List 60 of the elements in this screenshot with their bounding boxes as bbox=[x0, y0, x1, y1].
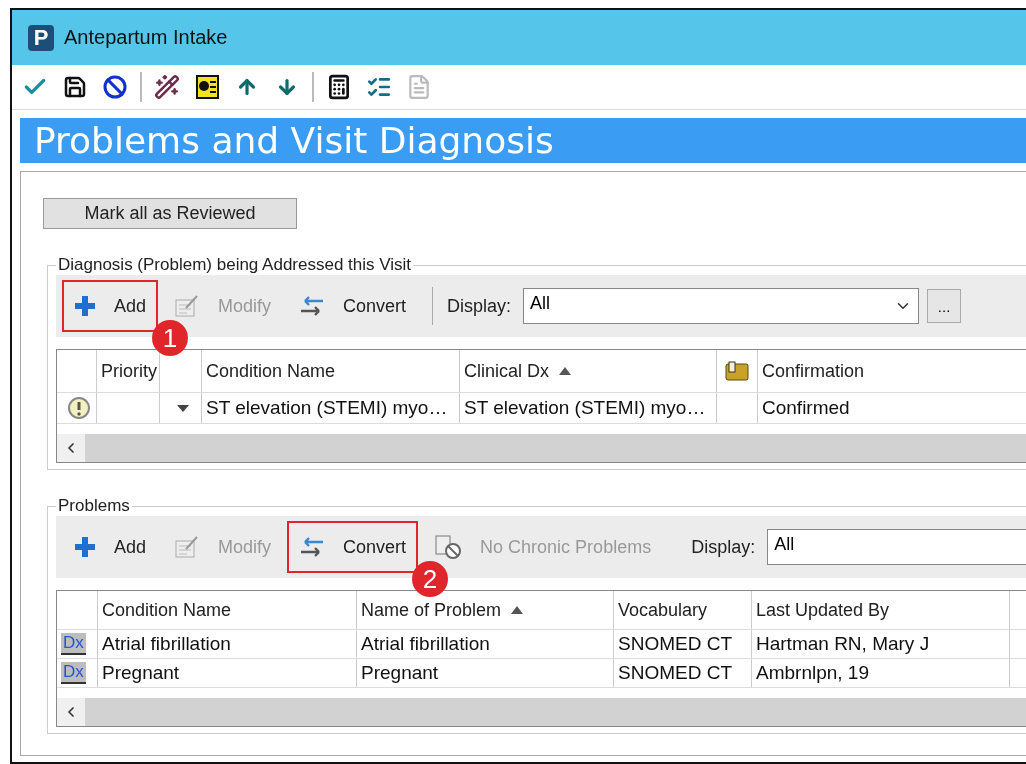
notepad-pencil-icon bbox=[174, 294, 201, 318]
column-header[interactable]: Priority bbox=[101, 360, 157, 382]
window-title: Antepartum Intake bbox=[64, 26, 228, 49]
convert-button[interactable]: Convert bbox=[287, 280, 419, 332]
column-header[interactable]: Last Updated By bbox=[756, 599, 890, 621]
page-title: Problems and Visit Diagnosis bbox=[34, 120, 554, 161]
toolbar-button[interactable] bbox=[152, 72, 182, 102]
add-button[interactable]: Add bbox=[62, 521, 159, 573]
folder-icon bbox=[725, 361, 749, 381]
more-button[interactable]: ... bbox=[927, 289, 962, 323]
wand-icon bbox=[154, 74, 180, 100]
dx-badge: Dx bbox=[61, 662, 86, 684]
display-dropdown[interactable]: All bbox=[767, 529, 1026, 565]
horizontal-scrollbar[interactable] bbox=[57, 434, 1026, 462]
plus-icon bbox=[74, 295, 96, 317]
column-header[interactable]: Condition Name bbox=[206, 360, 336, 382]
plus-icon bbox=[74, 536, 96, 558]
table-cell: Pregnant bbox=[361, 662, 439, 684]
cancel-icon bbox=[103, 75, 127, 99]
column-header[interactable]: Condition Name bbox=[102, 599, 232, 621]
table-cell: Confirmed bbox=[762, 397, 850, 419]
horizontal-scrollbar[interactable] bbox=[57, 698, 1026, 726]
table-cell: Atrial fibrillation bbox=[102, 633, 231, 655]
table-cell: SNOMED CT bbox=[618, 633, 732, 655]
table-cell: SNOMED CT bbox=[618, 662, 732, 684]
table-cell: Atrial fibrillation bbox=[361, 633, 490, 655]
save-icon bbox=[63, 75, 87, 99]
document-ban-icon bbox=[434, 534, 463, 560]
table-cell: ST elevation (STEMI) myo… bbox=[464, 397, 706, 419]
form-icon bbox=[194, 74, 220, 100]
column-header[interactable]: Vocabulary bbox=[618, 599, 708, 621]
column-header[interactable]: Clinical Dx bbox=[464, 360, 550, 382]
group-label: Problems bbox=[57, 496, 131, 516]
mark-reviewed-button[interactable]: Mark all as Reviewed bbox=[43, 198, 297, 229]
calculator-icon bbox=[326, 74, 352, 100]
sort-ascending-icon bbox=[559, 367, 572, 375]
sort-ascending-icon bbox=[511, 606, 524, 614]
group-label: Diagnosis (Problem) being Addressed this Visit bbox=[57, 255, 413, 275]
add-button[interactable]: Add bbox=[62, 280, 159, 332]
table-cell: Ambrnlpn, 19 bbox=[756, 662, 869, 684]
callout-number: 2 bbox=[412, 561, 449, 597]
notepad-pencil-icon bbox=[174, 535, 201, 559]
document-icon bbox=[406, 74, 432, 100]
display-label: Display: bbox=[691, 536, 756, 558]
arrow-up-icon bbox=[236, 76, 258, 98]
column-header[interactable]: Confirmation bbox=[762, 360, 865, 382]
app-logo: P bbox=[28, 24, 54, 51]
table-cell: Pregnant bbox=[102, 662, 180, 684]
dx-badge: Dx bbox=[61, 633, 86, 655]
swap-arrows-icon bbox=[299, 536, 326, 558]
display-dropdown[interactable]: All bbox=[523, 288, 920, 324]
swap-arrows-icon bbox=[299, 295, 326, 317]
table-cell: Hartman RN, Mary J bbox=[756, 633, 930, 655]
alert-icon bbox=[66, 396, 91, 420]
convert-button[interactable]: Convert bbox=[287, 521, 419, 573]
dropdown-arrow-icon bbox=[176, 404, 189, 412]
column-header[interactable]: Name of Problem bbox=[361, 599, 502, 621]
display-label: Display: bbox=[447, 295, 512, 317]
callout-number: 1 bbox=[152, 320, 189, 356]
table-cell: ST elevation (STEMI) myo… bbox=[206, 397, 448, 419]
